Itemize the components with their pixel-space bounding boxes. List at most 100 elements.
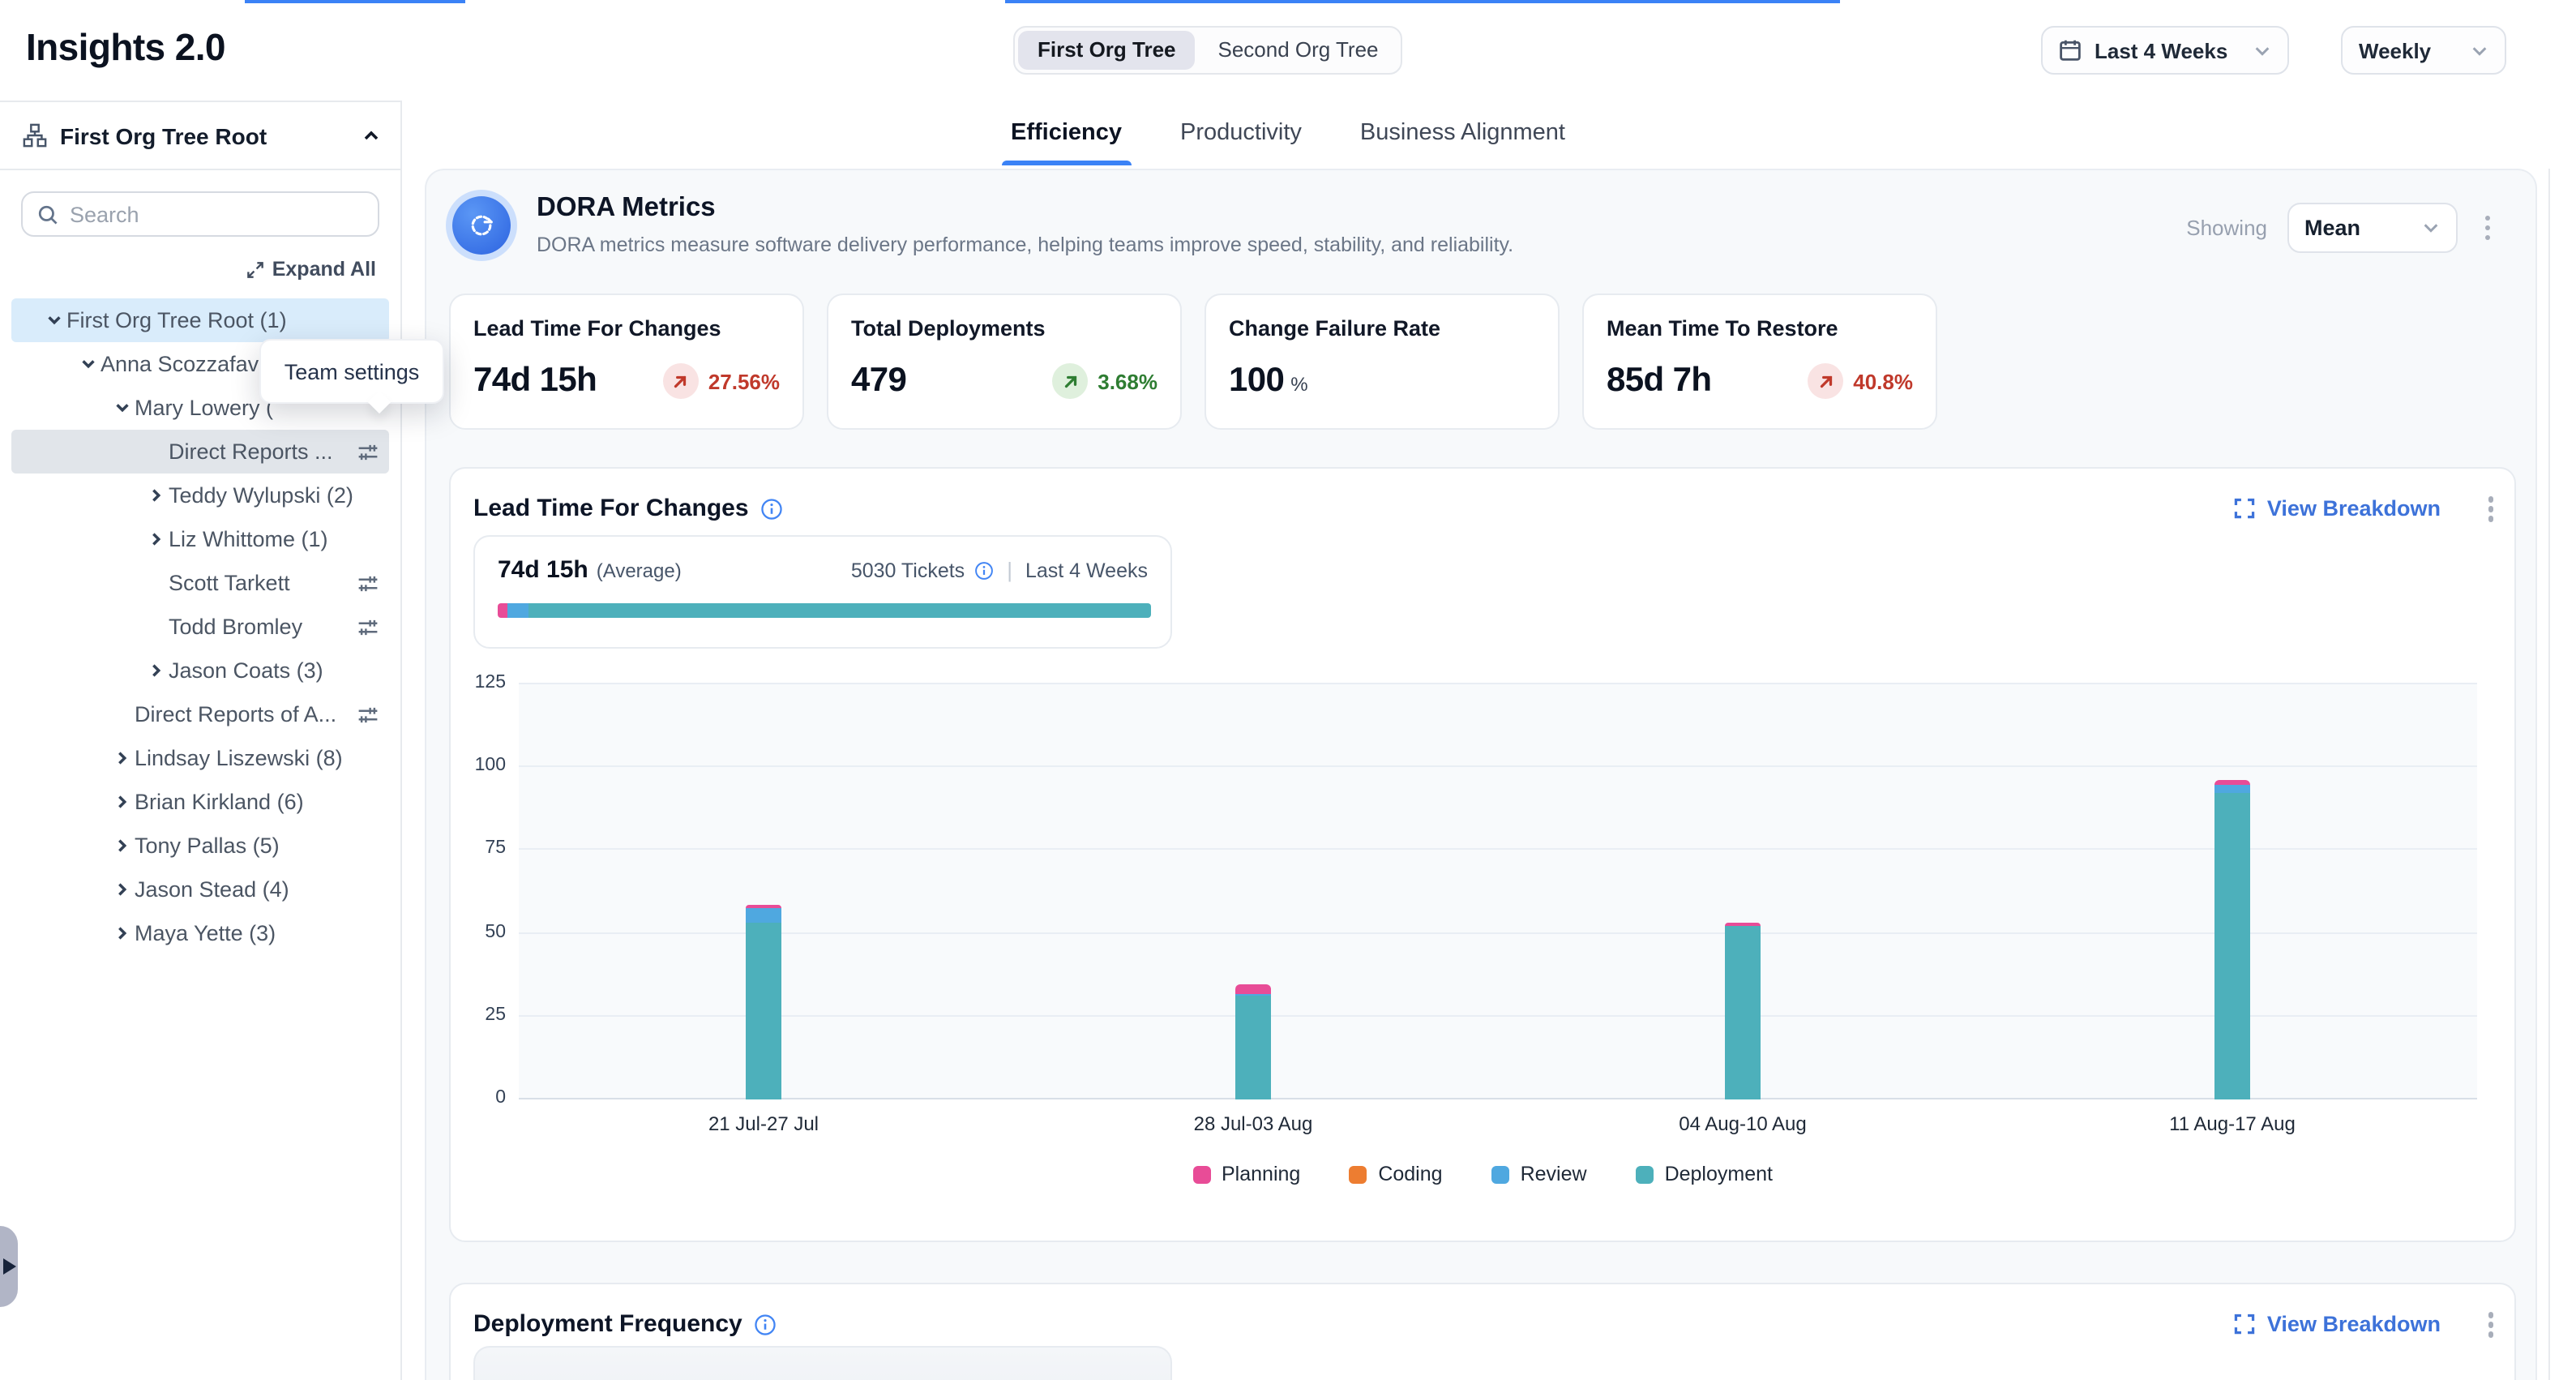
expand-all-button[interactable]: Expand All <box>0 258 400 281</box>
aggregation-value: Mean <box>2304 216 2408 240</box>
deployment-frequency-menu-button[interactable] <box>2480 1305 2501 1344</box>
legend-item-coding[interactable]: Coding <box>1349 1163 1442 1185</box>
tree-node-todd-bromley[interactable]: Todd Bromley <box>11 605 389 649</box>
metric-card-title: Total Deployments <box>851 316 1157 341</box>
trend-up-icon <box>1808 363 1843 399</box>
chevron-spacer <box>109 701 135 727</box>
metric-card-title: Mean Time To Restore <box>1607 316 1913 341</box>
search-icon <box>37 204 58 225</box>
dora-menu-button[interactable] <box>2476 209 2498 247</box>
info-icon[interactable] <box>760 498 783 521</box>
granularity-value: Weekly <box>2359 38 2458 62</box>
deployment-frequency-view-breakdown[interactable]: View Breakdown <box>2235 1313 2441 1337</box>
metric-card-value: 479 <box>851 362 906 401</box>
tree-node-direct-reports-of-a[interactable]: Direct Reports of A... <box>11 692 389 736</box>
team-settings-icon[interactable] <box>357 615 379 638</box>
x-tick-label: 04 Aug-10 Aug <box>1629 1112 1856 1135</box>
info-icon[interactable] <box>974 560 994 580</box>
tree-node-label: Teddy Wylupski (2) <box>169 483 353 508</box>
stacked-bar-04-aug-10-aug[interactable] <box>1725 924 1761 1099</box>
stacked-bar-11-aug-17-aug[interactable] <box>2214 780 2250 1099</box>
chevron-right-icon[interactable] <box>143 526 169 552</box>
metric-change-value: 40.8% <box>1853 369 1913 393</box>
y-tick-label: 125 <box>464 673 506 692</box>
stacked-bar-28-jul-03-aug[interactable] <box>1235 984 1271 1099</box>
chevron-right-icon[interactable] <box>109 745 135 771</box>
chevron-down-icon <box>2253 41 2271 59</box>
tree-search[interactable] <box>21 191 379 237</box>
tree-node-jason-stead-4[interactable]: Jason Stead (4) <box>11 868 389 911</box>
deployment-frequency-title-row: Deployment Frequency <box>473 1311 777 1339</box>
gridline <box>519 683 2477 684</box>
dora-cycle-icon <box>452 196 511 255</box>
legend-item-deployment[interactable]: Deployment <box>1636 1163 1773 1185</box>
legend-label: Review <box>1521 1163 1587 1185</box>
tree-node-maya-yette-3[interactable]: Maya Yette (3) <box>11 911 389 955</box>
info-icon[interactable] <box>754 1314 777 1336</box>
chevron-right-icon[interactable] <box>109 833 135 859</box>
chevron-down-icon[interactable] <box>41 307 66 333</box>
tree-node-lindsay-liszewski-8[interactable]: Lindsay Liszewski (8) <box>11 736 389 780</box>
tree-node-first-org-tree-root-1[interactable]: First Org Tree Root (1) <box>11 298 389 342</box>
lead-time-menu-button[interactable] <box>2480 490 2501 528</box>
tree-node-label: Jason Stead (4) <box>135 877 289 902</box>
org-tree-toggle[interactable]: First Org TreeSecond Org Tree <box>1013 26 1403 75</box>
team-settings-tooltip: Team settings <box>259 339 444 404</box>
lead-time-title: Lead Time For Changes <box>473 495 749 523</box>
bar-segment-deployment <box>746 923 781 1099</box>
team-settings-icon[interactable] <box>357 440 379 463</box>
legend-item-planning[interactable]: Planning <box>1192 1163 1300 1185</box>
tab-productivity[interactable]: Productivity <box>1177 117 1305 165</box>
tree-node-jason-coats-3[interactable]: Jason Coats (3) <box>11 649 389 692</box>
team-settings-icon[interactable] <box>357 572 379 594</box>
tree-node-label: Scott Tarkett <box>169 571 290 595</box>
efficiency-panel: DORA Metrics DORA metrics measure softwa… <box>425 169 2537 1380</box>
metric-card-value: 100 <box>1229 362 1284 401</box>
granularity-select[interactable]: Weekly <box>2341 26 2506 75</box>
chevron-right-icon[interactable] <box>143 482 169 508</box>
metric-card-total-deployments: Total Deployments 479 3.68% <box>827 294 1182 430</box>
tree-node-tony-pallas-5[interactable]: Tony Pallas (5) <box>11 824 389 868</box>
tree-node-liz-whittome-1[interactable]: Liz Whittome (1) <box>11 517 389 561</box>
metric-card-mean-time-to-restore: Mean Time To Restore85d 7h40.8% <box>1582 294 1937 430</box>
gridline <box>519 765 2477 767</box>
org-toggle-option[interactable]: Second Org Tree <box>1199 31 1398 70</box>
tree-node-teddy-wylupski-2[interactable]: Teddy Wylupski (2) <box>11 474 389 517</box>
summary-qualifier: (Average) <box>597 559 682 581</box>
chevron-spacer <box>143 439 169 465</box>
tree-node-scott-tarkett[interactable]: Scott Tarkett <box>11 561 389 605</box>
chevron-down-icon[interactable] <box>75 351 101 377</box>
app-title: Insights 2.0 <box>26 26 225 70</box>
chevron-right-icon[interactable] <box>109 920 135 946</box>
legend-item-review[interactable]: Review <box>1491 1163 1587 1185</box>
date-range-select[interactable]: Last 4 Weeks <box>2041 26 2289 75</box>
tree-node-label: Direct Reports of A... <box>135 702 336 726</box>
chevron-right-icon[interactable] <box>109 876 135 902</box>
sidebar-expand-handle[interactable] <box>0 1226 18 1307</box>
summary-period: Last 4 Weeks <box>1025 559 1148 581</box>
showing-label: Showing <box>2186 216 2267 240</box>
lead-time-view-breakdown[interactable]: View Breakdown <box>2235 497 2441 521</box>
tree-node-direct-reports[interactable]: Direct Reports ... <box>11 430 389 474</box>
expand-corners-icon <box>2235 1314 2256 1335</box>
x-tick-label: 11 Aug-17 Aug <box>2119 1112 2346 1135</box>
tab-business-alignment[interactable]: Business Alignment <box>1357 117 1568 165</box>
search-input[interactable] <box>70 202 363 226</box>
org-toggle-option[interactable]: First Org Tree <box>1018 31 1196 70</box>
chevron-down-icon[interactable] <box>109 395 135 421</box>
chevron-right-icon[interactable] <box>143 658 169 684</box>
metric-card-title: Change Failure Rate <box>1229 316 1535 341</box>
team-settings-icon[interactable] <box>357 703 379 726</box>
stacked-bar-21-jul-27-jul[interactable] <box>746 905 781 1099</box>
tab-efficiency[interactable]: Efficiency <box>1008 117 1125 165</box>
metric-change-badge: 3.68% <box>1052 363 1157 399</box>
metric-change-value: 27.56% <box>708 369 780 393</box>
gridline <box>519 932 2477 933</box>
aggregation-select[interactable]: Mean <box>2287 203 2457 253</box>
tree-node-label: Tony Pallas (5) <box>135 834 280 858</box>
legend-label: Planning <box>1222 1163 1300 1185</box>
chevron-right-icon[interactable] <box>109 789 135 815</box>
tree-node-brian-kirkland-6[interactable]: Brian Kirkland (6) <box>11 780 389 824</box>
lead-time-title-row: Lead Time For Changes <box>473 495 783 523</box>
gridline <box>519 1098 2477 1099</box>
